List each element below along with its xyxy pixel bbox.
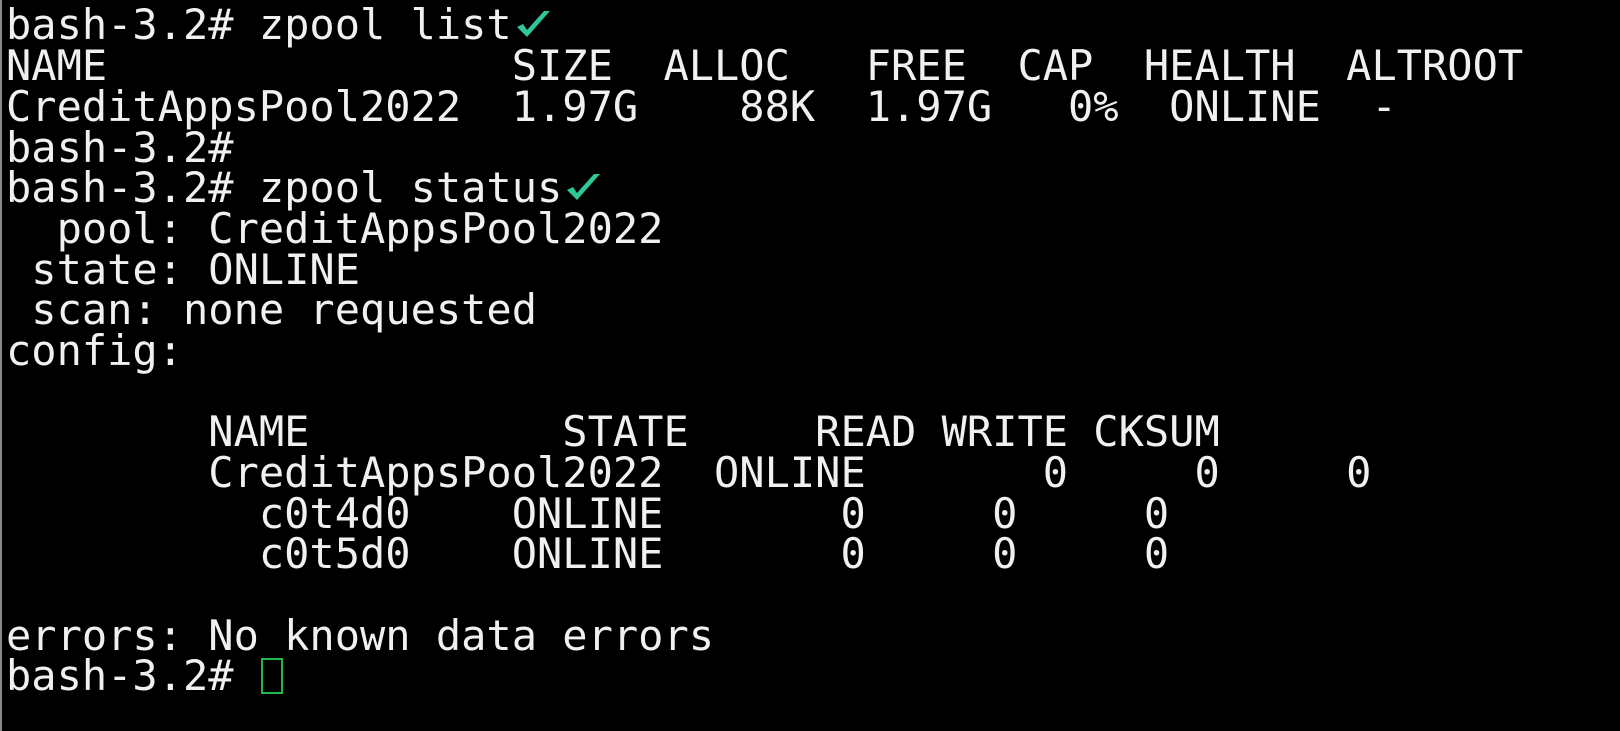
zpool-list-row: CreditAppsPool2022 1.97G 88K 1.97G 0% ON… — [6, 86, 1397, 128]
command-line-zpool-status: bash-3.2# zpool status — [6, 167, 604, 209]
line-text: config: — [6, 326, 184, 375]
line-text: bash-3.2# zpool list — [6, 0, 512, 49]
line-text: CreditAppsPool2022 1.97G 88K 1.97G 0% ON… — [6, 82, 1397, 131]
active-prompt-line[interactable]: bash-3.2# — [6, 655, 283, 697]
zpool-list-header: NAME SIZE ALLOC FREE CAP HEALTH ALTROOT — [6, 45, 1523, 87]
block-cursor[interactable] — [260, 658, 283, 694]
line-text: NAME STATE READ WRITE CKSUM — [6, 407, 1220, 456]
line-text: CreditAppsPool2022 ONLINE 0 0 0 — [6, 448, 1372, 497]
line-text: pool: CreditAppsPool2022 — [6, 204, 664, 253]
line-text: bash-3.2# zpool status — [6, 163, 563, 212]
status-scan-line: scan: none requested — [6, 289, 537, 331]
config-table-header: NAME STATE READ WRITE CKSUM — [6, 407, 1220, 456]
config-table-row: CreditAppsPool2022 ONLINE 0 0 0 — [6, 452, 1371, 494]
check-icon — [567, 174, 601, 200]
prompt-text: bash-3.2# — [6, 651, 259, 700]
config-table-row: c0t5d0 ONLINE 0 0 0 — [6, 533, 1169, 575]
terminal-window[interactable]: bash-3.2# zpool list NAME SIZE ALLOC FRE… — [0, 0, 1620, 731]
line-text: scan: none requested — [6, 285, 538, 334]
line-text: NAME SIZE ALLOC FREE CAP HEALTH ALTROOT — [6, 41, 1524, 90]
check-icon — [516, 11, 550, 37]
status-config-line: config: — [6, 330, 183, 372]
status-pool-line: pool: CreditAppsPool2022 — [6, 204, 664, 253]
line-text: c0t5d0 ONLINE 0 0 0 — [6, 529, 1170, 578]
command-line-zpool-list: bash-3.2# zpool list — [6, 4, 554, 46]
